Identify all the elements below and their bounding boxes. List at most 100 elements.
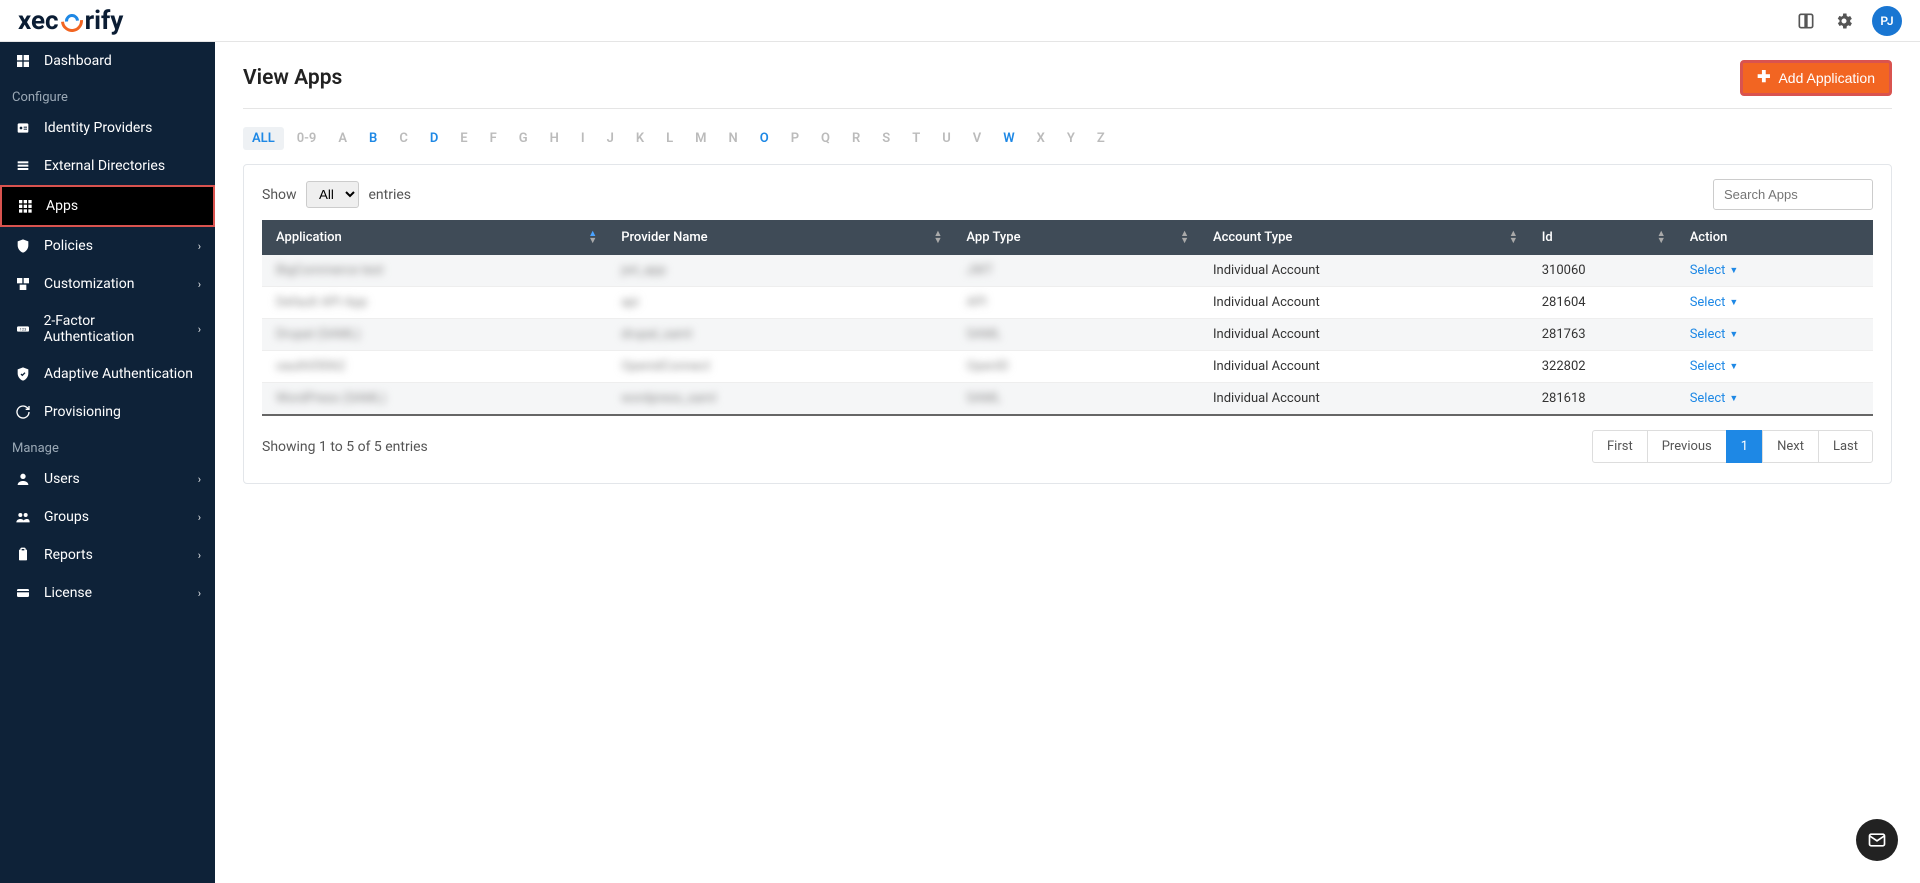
col-id[interactable]: Id ▲▼ [1528,220,1676,255]
sidebar-item-2fa[interactable]: 123 2-Factor Authentication › [0,303,215,355]
directory-icon [14,157,32,175]
alpha-F[interactable]: F [481,127,506,150]
alpha-H[interactable]: H [541,127,568,150]
add-application-button[interactable]: ✚ Add Application [1740,60,1892,96]
topbar-actions: PJ [1796,6,1902,36]
cell-provider: api [621,295,639,310]
apps-card: Show All entries Application ▲▼ [243,164,1892,484]
alpha-J[interactable]: J [598,127,623,150]
sidebar-item-policies[interactable]: Policies › [0,227,215,265]
sidebar-item-label: 2-Factor Authentication [44,313,186,345]
sidebar-item-external-directories[interactable]: External Directories [0,147,215,185]
table-row: BigCommerce testjwt_appJWTIndividual Acc… [262,255,1873,287]
table-row: Default API AppapiAPIIndividual Account2… [262,287,1873,319]
page-current[interactable]: 1 [1726,430,1763,463]
page-last[interactable]: Last [1818,430,1873,463]
cell-application: Drupal (SAML) [276,327,360,342]
cell-application: oauth05062 [276,359,346,374]
sidebar-item-dashboard[interactable]: Dashboard [0,42,215,80]
col-application[interactable]: Application ▲▼ [262,220,607,255]
card-icon [14,584,32,602]
alpha-E[interactable]: E [451,127,476,150]
sidebar-item-label: License [44,585,92,601]
cell-id: 310060 [1528,255,1676,287]
alpha-I[interactable]: I [572,127,594,150]
alpha-B[interactable]: B [360,127,386,150]
main-content: View Apps ✚ Add Application ALL0-9ABCDEF… [215,42,1920,883]
alpha-G[interactable]: G [510,127,537,150]
alpha-T[interactable]: T [903,127,929,150]
sidebar-item-reports[interactable]: Reports › [0,536,215,574]
page-prev[interactable]: Previous [1647,430,1727,463]
sidebar-item-license[interactable]: License › [0,574,215,612]
docs-icon[interactable] [1796,11,1816,31]
alpha-S[interactable]: S [873,127,899,150]
alpha-X[interactable]: X [1028,127,1054,150]
alpha-all[interactable]: ALL [243,127,284,150]
col-provider[interactable]: Provider Name ▲▼ [607,220,952,255]
chat-fab[interactable] [1856,819,1898,861]
chevron-right-icon: › [198,511,201,524]
alpha-U[interactable]: U [933,127,960,150]
page-header: View Apps ✚ Add Application [243,60,1892,109]
user-avatar[interactable]: PJ [1872,6,1902,36]
alpha-L[interactable]: L [657,127,682,150]
alpha-A[interactable]: A [329,127,356,150]
chevron-right-icon: › [198,240,201,253]
search-apps-input[interactable] [1713,179,1873,210]
sidebar-item-adaptive-auth[interactable]: Adaptive Authentication [0,355,215,393]
col-accounttype[interactable]: Account Type ▲▼ [1199,220,1528,255]
select-action[interactable]: Select ▼ [1690,359,1739,374]
alpha-R[interactable]: R [843,127,869,150]
sidebar-item-groups[interactable]: Groups › [0,498,215,536]
cell-apptype: API [966,295,986,310]
show-label-pre: Show [262,187,297,203]
gear-icon[interactable] [1834,11,1854,31]
cell-account: Individual Account [1199,351,1528,383]
sidebar-item-customization[interactable]: Customization › [0,265,215,303]
alpha-Q[interactable]: Q [812,127,839,150]
entries-select[interactable]: All [306,181,359,208]
alpha-0-9[interactable]: 0-9 [288,127,326,150]
sidebar-item-label: Adaptive Authentication [44,366,193,382]
alpha-W[interactable]: W [994,127,1023,150]
sidebar-item-provisioning[interactable]: Provisioning [0,393,215,431]
table-row: Drupal (SAML)drupal_samlSAMLIndividual A… [262,319,1873,351]
svg-text:123: 123 [19,327,26,332]
alpha-C[interactable]: C [390,127,417,150]
select-action[interactable]: Select ▼ [1690,391,1739,406]
alpha-N[interactable]: N [720,127,747,150]
alpha-D[interactable]: D [421,127,447,150]
cell-id: 322802 [1528,351,1676,383]
brand-logo: xec rify [18,6,123,36]
sidebar-item-label: Groups [44,509,89,525]
page-first[interactable]: First [1592,430,1648,463]
alpha-Y[interactable]: Y [1058,127,1084,150]
sidebar-item-identity-providers[interactable]: Identity Providers [0,109,215,147]
cell-application: BigCommerce test [276,263,383,278]
alpha-P[interactable]: P [782,127,808,150]
sidebar-item-users[interactable]: Users › [0,460,215,498]
select-action[interactable]: Select ▼ [1690,263,1739,278]
chevron-right-icon: › [198,473,201,486]
cell-provider: drupal_saml [621,327,692,342]
alpha-V[interactable]: V [964,127,990,150]
passcode-icon: 123 [14,320,32,338]
sidebar-item-apps[interactable]: Apps [0,185,215,227]
sidebar-item-label: Provisioning [44,404,121,420]
alpha-K[interactable]: K [627,127,653,150]
alpha-O[interactable]: O [751,127,778,150]
cell-apptype: OpenID [966,359,1008,374]
user-icon [14,470,32,488]
caret-down-icon: ▼ [1729,393,1738,404]
alpha-M[interactable]: M [686,127,715,150]
alpha-Z[interactable]: Z [1088,127,1114,150]
page-next[interactable]: Next [1762,430,1819,463]
sidebar-section-configure: Configure [0,80,215,109]
pagination: First Previous 1 Next Last [1593,430,1873,463]
col-apptype[interactable]: App Type ▲▼ [952,220,1199,255]
select-action[interactable]: Select ▼ [1690,295,1739,310]
chevron-right-icon: › [198,587,201,600]
select-action[interactable]: Select ▼ [1690,327,1739,342]
entries-control: Show All entries [262,181,411,208]
